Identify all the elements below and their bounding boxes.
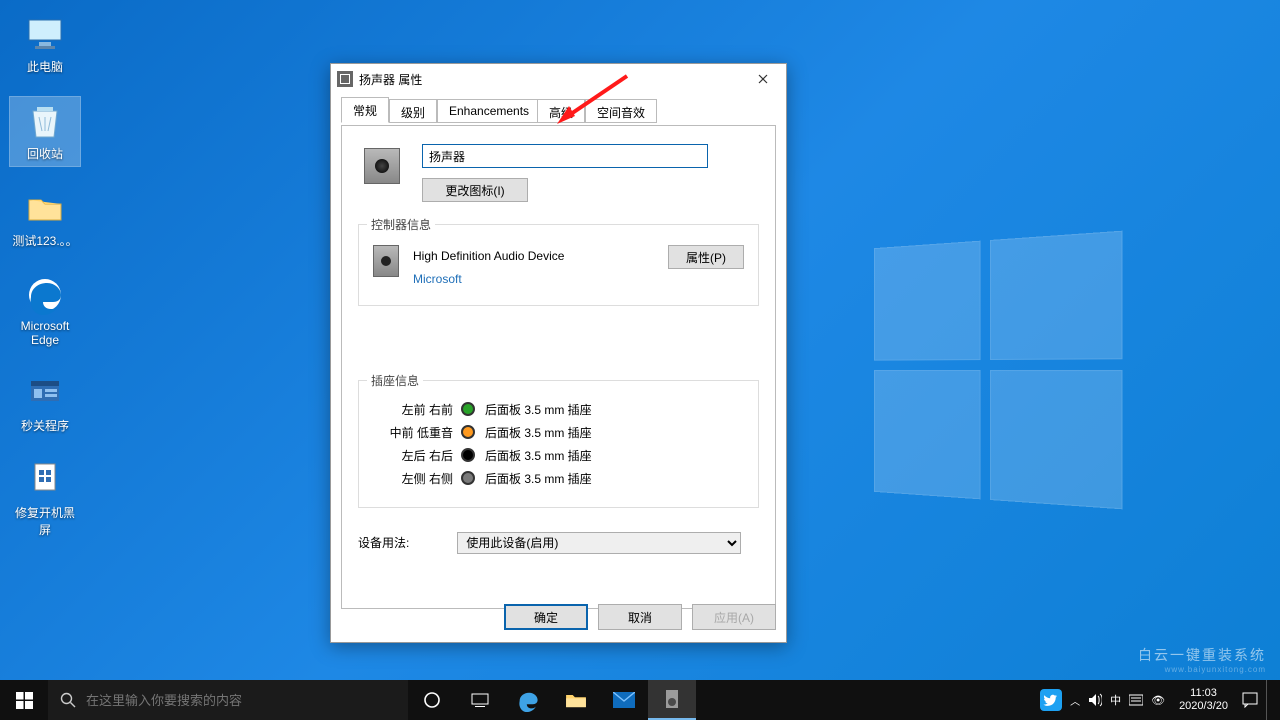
desktop-icon-label: 回收站 [27,145,63,162]
desktop-icon-this-pc[interactable]: 此电脑 [10,10,80,79]
cortana-icon [422,692,442,708]
taskbar-search[interactable] [48,680,408,720]
watermark: 白云一键重装系统 www.baiyunxitong.com [1138,645,1266,674]
taskbar-mail[interactable] [600,680,648,720]
tray-chevron-icon[interactable]: ︿ [1070,693,1080,708]
jack-dot-black [461,448,475,462]
dialog-titlebar[interactable]: 扬声器 属性 [331,64,786,94]
tab-general[interactable]: 常规 [341,97,389,123]
jack-row: 左侧 右侧后面板 3.5 mm 插座 [373,470,744,487]
system-tray: ︿ 中 👁 11:03 2020/3/20 [1040,680,1280,720]
tab-spatial[interactable]: 空间音效 [585,99,657,123]
controller-icon [373,245,399,277]
tab-enhancements[interactable]: Enhancements [437,99,541,123]
task-view-button[interactable] [408,680,456,720]
windows-icon [16,692,33,709]
device-name-input[interactable] [422,144,708,168]
ok-button[interactable]: 确定 [504,604,588,630]
task-view-button[interactable] [456,680,504,720]
device-usage-select[interactable]: 使用此设备(启用) [457,532,741,554]
folder-icon [25,188,65,228]
mail-icon [613,692,635,708]
jack-row: 左后 右后后面板 3.5 mm 插座 [373,447,744,464]
controller-properties-button[interactable]: 属性(P) [668,245,744,269]
desktop-icon-folder-test[interactable]: 测试123.。。 [10,184,80,253]
pc-icon [25,14,65,54]
start-button[interactable] [0,680,48,720]
volume-icon[interactable] [1088,693,1102,707]
jack-row: 左前 右前后面板 3.5 mm 插座 [373,401,744,418]
repair-icon [25,460,65,500]
taskbar-explorer[interactable] [552,680,600,720]
recycle-bin-icon [25,101,65,141]
close-button[interactable] [746,67,780,91]
desktop-icon-label: Microsoft Edge [10,319,80,347]
search-input[interactable] [86,693,396,708]
desktop-icon-shutdown-app[interactable]: 秒关程序 [10,369,80,438]
group-legend: 插座信息 [367,372,423,389]
controller-vendor: Microsoft [413,268,564,291]
controller-name: High Definition Audio Device [413,245,564,268]
ime-indicator[interactable]: 中 [1110,692,1121,708]
change-icon-button[interactable]: 更改图标(I) [422,178,528,202]
windows-logo-graphic [874,231,1122,510]
controller-info-group: 控制器信息 High Definition Audio Device Micro… [358,224,759,306]
dialog-button-row: 确定 取消 应用(A) [504,604,776,630]
jack-dot-grey [461,471,475,485]
tab-body-general: 更改图标(I) 控制器信息 High Definition Audio Devi… [341,125,776,609]
tab-strip: 常规 级别 Enhancements 高级 空间音效 [341,99,776,125]
desktop-icon-label: 测试123.。。 [12,232,77,249]
keyboard-icon[interactable] [1129,693,1143,707]
jack-dot-orange [461,425,475,439]
tab-advanced[interactable]: 高级 [537,99,585,123]
close-icon [758,74,768,84]
dialog-title: 扬声器 属性 [359,71,422,88]
device-usage-row: 设备用法: 使用此设备(启用) [358,532,759,554]
jack-dot-green [461,402,475,416]
tab-levels[interactable]: 级别 [389,99,437,123]
task-view-icon [471,693,489,707]
desktop-icon-column: 此电脑 回收站 测试123.。。 Microsoft Edge 秒关程序 修复开… [10,10,80,542]
device-icon [364,148,400,184]
app-icon [25,373,65,413]
tray-app-icon[interactable] [1040,689,1062,711]
jack-row: 中前 低重音后面板 3.5 mm 插座 [373,424,744,441]
speaker-icon [337,71,353,87]
tray-misc-icon[interactable]: 👁 [1151,694,1165,707]
apply-button[interactable]: 应用(A) [692,604,776,630]
edge-icon [516,688,540,712]
desktop-icon-label: 秒关程序 [21,417,69,434]
folder-icon [565,691,587,709]
desktop-icon-label: 此电脑 [27,58,63,75]
taskbar-edge[interactable] [504,680,552,720]
search-icon [60,692,76,708]
jack-info-group: 插座信息 左前 右前后面板 3.5 mm 插座 中前 低重音后面板 3.5 mm… [358,380,759,508]
taskbar-sound-settings[interactable] [648,680,696,720]
desktop-icon-recycle-bin[interactable]: 回收站 [10,97,80,166]
desktop-icon-label: 修复开机黑屏 [10,504,80,538]
cancel-button[interactable]: 取消 [598,604,682,630]
usage-label: 设备用法: [358,534,409,551]
taskbar-clock[interactable]: 11:03 2020/3/20 [1173,687,1234,713]
show-desktop-button[interactable] [1266,680,1272,720]
desktop-icon-repair-boot[interactable]: 修复开机黑屏 [10,456,80,542]
taskbar-pinned [408,680,696,720]
edge-icon [25,275,65,315]
speaker-properties-dialog: 扬声器 属性 常规 级别 Enhancements 高级 空间音效 更改图标(I… [330,63,787,643]
taskbar: ︿ 中 👁 11:03 2020/3/20 [0,680,1280,720]
desktop-icon-edge[interactable]: Microsoft Edge [10,271,80,351]
speaker-small-icon [663,688,681,710]
group-legend: 控制器信息 [367,216,435,233]
action-center-icon[interactable] [1242,692,1258,708]
